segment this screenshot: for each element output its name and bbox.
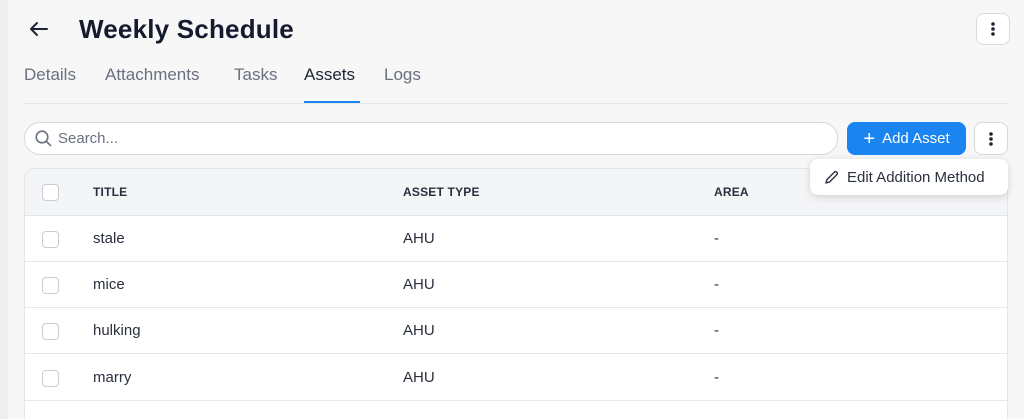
page-title: Weekly Schedule [79,14,294,44]
cell-asset-type: AHU [403,322,435,339]
cell-title: marry [93,369,132,386]
column-header-title[interactable]: TITLE [93,185,127,199]
table-row[interactable]: hulking AHU - [25,308,1007,354]
row-checkbox[interactable] [42,277,59,294]
column-header-asset-type[interactable]: ASSET TYPE [403,185,480,199]
back-button[interactable] [24,14,54,44]
search-icon [35,130,52,147]
cell-asset-type: AHU [403,276,435,293]
tab-bar: Details Attachments Tasks Assets Logs [24,62,1008,104]
tab-attachments[interactable]: Attachments [105,65,200,85]
kebab-icon [991,22,995,36]
pencil-icon [825,170,839,184]
table-row[interactable]: stale AHU - [25,216,1007,262]
cell-title: mice [93,276,125,293]
more-options-button[interactable] [976,13,1010,45]
assets-table: TITLE ASSET TYPE AREA stale AHU - mice A… [24,168,1008,419]
tab-details[interactable]: Details [24,65,76,85]
cell-area: - [714,276,719,293]
asset-options-button[interactable] [974,122,1008,155]
select-all-checkbox[interactable] [42,184,59,201]
edit-addition-method-menu-item[interactable]: Edit Addition Method [810,159,1008,195]
cell-area: - [714,230,719,247]
add-asset-label: Add Asset [882,130,950,147]
side-strip [0,0,8,419]
table-row[interactable]: marry AHU - [25,355,1007,401]
plus-icon: + [863,127,876,150]
cell-asset-type: AHU [403,230,435,247]
row-checkbox[interactable] [42,231,59,248]
row-checkbox[interactable] [42,323,59,340]
active-tab-indicator [304,101,360,103]
edit-addition-method-label: Edit Addition Method [847,168,985,186]
cell-area: - [714,322,719,339]
cell-title: hulking [93,322,141,339]
column-header-area[interactable]: AREA [714,185,749,199]
back-arrow-icon [30,22,48,36]
search-input[interactable] [58,130,798,147]
row-checkbox[interactable] [42,370,59,387]
search-box[interactable] [24,122,838,155]
add-asset-button[interactable]: + Add Asset [847,122,966,155]
cell-asset-type: AHU [403,369,435,386]
tab-logs[interactable]: Logs [384,65,421,85]
kebab-icon [989,131,993,146]
tab-assets[interactable]: Assets [304,65,355,85]
cell-title: stale [93,230,125,247]
cell-area: - [714,369,719,386]
table-row[interactable]: mice AHU - [25,262,1007,308]
header: Weekly Schedule [24,12,1010,46]
tab-tasks[interactable]: Tasks [234,65,277,85]
